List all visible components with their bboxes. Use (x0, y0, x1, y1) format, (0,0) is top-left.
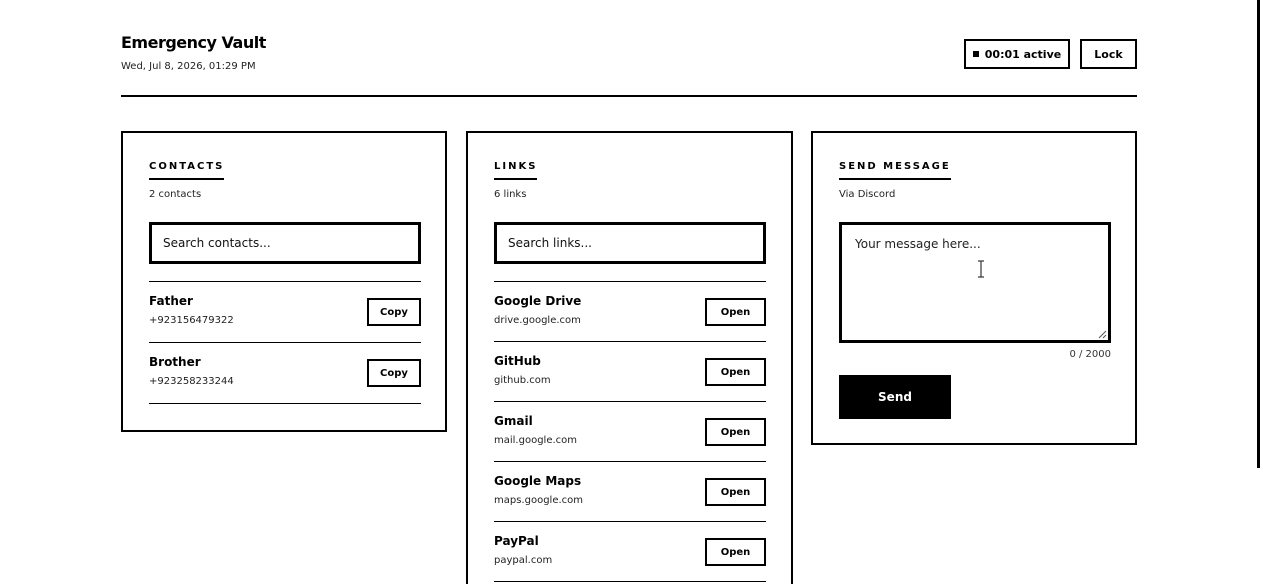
copy-button[interactable]: Copy (367, 359, 421, 387)
links-count: 6 links (494, 189, 527, 200)
contacts-search-box (149, 222, 421, 264)
link-name: PayPal (494, 534, 539, 548)
contacts-title: CONTACTS (149, 161, 225, 180)
link-url: mail.google.com (494, 435, 578, 446)
send-message-channel: Via Discord (839, 189, 896, 200)
link-name: GitHub (494, 354, 541, 368)
text-cursor-icon (978, 260, 984, 278)
resize-grip-icon[interactable] (1098, 330, 1107, 339)
link-row: PayPal paypal.com Open (494, 522, 766, 582)
contact-name: Brother (149, 355, 201, 369)
link-url: maps.google.com (494, 495, 584, 506)
copy-button[interactable]: Copy (367, 298, 421, 326)
send-message-title: SEND MESSAGE (839, 161, 951, 180)
link-url: drive.google.com (494, 315, 581, 326)
contacts-list: Father +923156479322 Copy Brother +92325… (149, 281, 421, 404)
links-panel: LINKS 6 links Google Drive drive.google.… (466, 131, 793, 584)
send-button[interactable]: Send (839, 375, 951, 419)
character-counter: 0 / 2000 (1069, 349, 1111, 360)
contact-name: Father (149, 294, 193, 308)
link-row: Gmail mail.google.com Open (494, 402, 766, 462)
contact-row: Brother +923258233244 Copy (149, 343, 421, 404)
links-list: Google Drive drive.google.com Open GitHu… (494, 281, 766, 582)
open-button[interactable]: Open (705, 298, 766, 326)
contacts-count: 2 contacts (149, 189, 202, 200)
message-textarea[interactable] (855, 237, 1095, 328)
link-name: Gmail (494, 414, 533, 428)
link-row: Google Maps maps.google.com Open (494, 462, 766, 522)
open-button[interactable]: Open (705, 418, 766, 446)
scrollbar-thumb[interactable] (1257, 0, 1260, 468)
session-timer-label: 00:01 active (984, 47, 1062, 61)
link-name: Google Drive (494, 294, 582, 308)
link-row: Google Drive drive.google.com Open (494, 282, 766, 342)
open-button[interactable]: Open (705, 538, 766, 566)
link-url: paypal.com (494, 555, 553, 566)
links-title: LINKS (494, 161, 538, 180)
links-search-box (494, 222, 766, 264)
current-datetime: Wed, Jul 8, 2026, 01:29 PM (121, 61, 256, 72)
link-url: github.com (494, 375, 551, 386)
contacts-search-input[interactable] (163, 236, 418, 250)
open-button[interactable]: Open (705, 478, 766, 506)
lock-button[interactable]: Lock (1080, 39, 1137, 69)
stop-square-icon (972, 51, 979, 57)
open-button[interactable]: Open (705, 358, 766, 386)
contact-phone: +923258233244 (149, 376, 234, 387)
link-row: GitHub github.com Open (494, 342, 766, 402)
page-header: Emergency Vault Wed, Jul 8, 2026, 01:29 … (121, 31, 1137, 97)
contact-row: Father +923156479322 Copy (149, 282, 421, 343)
contacts-panel: CONTACTS 2 contacts Father +923156479322… (121, 131, 447, 432)
session-timer-button[interactable]: 00:01 active (964, 39, 1070, 69)
links-search-input[interactable] (508, 236, 763, 250)
contact-phone: +923156479322 (149, 315, 234, 326)
app-title: Emergency Vault (121, 33, 266, 52)
send-message-panel: SEND MESSAGE Via Discord 0 / 2000 Send (811, 131, 1137, 445)
message-box (839, 222, 1111, 343)
link-name: Google Maps (494, 474, 582, 488)
